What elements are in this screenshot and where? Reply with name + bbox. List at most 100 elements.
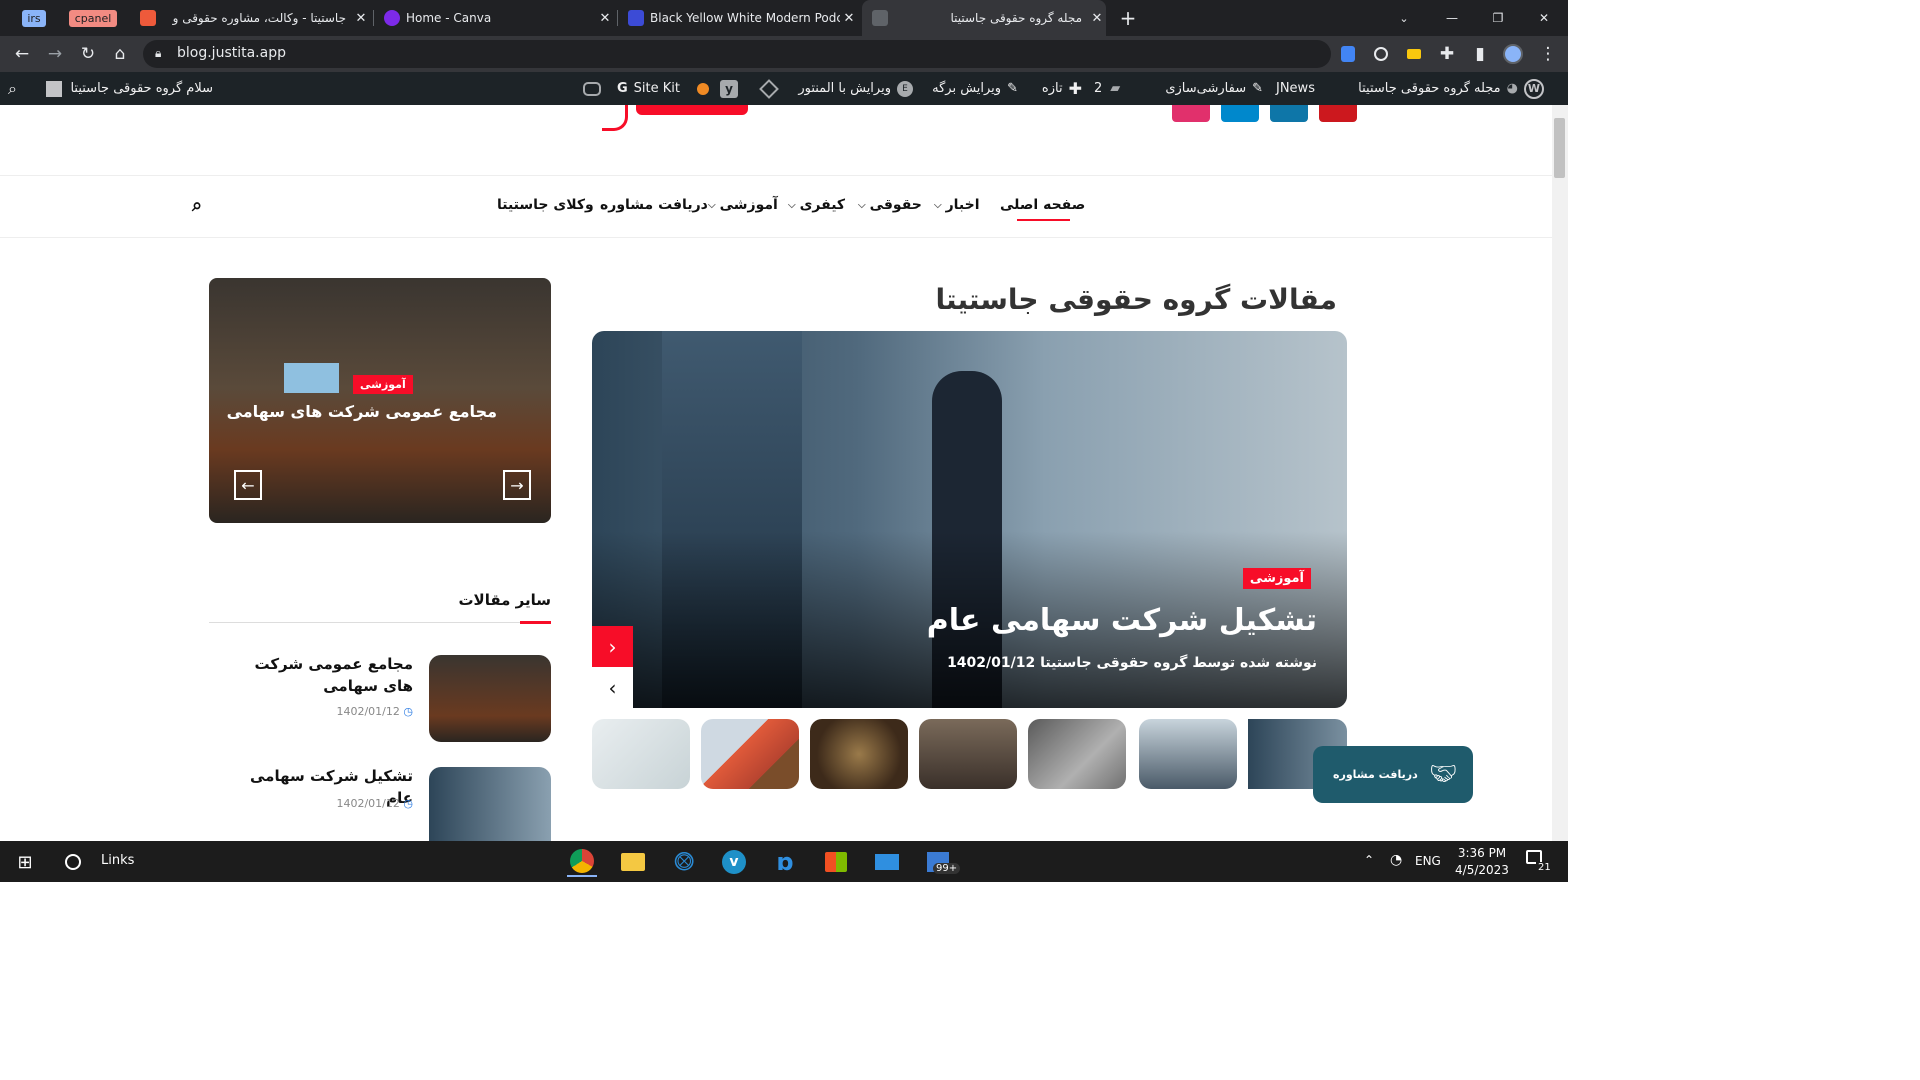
thumbnail-justice-logo[interactable] (810, 719, 908, 789)
minimize-icon[interactable]: — (1440, 0, 1464, 36)
scrollbar-thumb[interactable] (1554, 118, 1565, 178)
new-label: تازه (1041, 81, 1063, 96)
back-icon[interactable]: ← (8, 40, 36, 68)
search-circle-icon[interactable] (58, 847, 88, 877)
yoast-icon[interactable]: y (720, 72, 738, 105)
vscode-icon[interactable]: ⨷ (669, 847, 699, 877)
thumbnail-meeting-silhouettes[interactable] (1139, 719, 1237, 789)
close-window-icon[interactable]: ✕ (1532, 0, 1556, 36)
other-articles-heading: سایر مقالات (458, 591, 551, 609)
extension-yellow-icon[interactable] (1400, 40, 1428, 68)
wp-jnews[interactable]: JNews (1276, 72, 1315, 105)
pinned-tab-cpanel[interactable]: cpanel (67, 0, 119, 36)
taskbar-app-badge-icon[interactable]: 99+ (923, 847, 961, 877)
wp-comments[interactable]: 2 ▰ (1094, 72, 1120, 105)
tab-canva[interactable]: Home - Canva ✕ (378, 0, 614, 36)
restore-icon[interactable]: ❐ (1486, 0, 1510, 36)
hero-meta: نوشته شده توسط گروه حقوقی جاستیتا 1402/0… (947, 655, 1317, 671)
tab-label: irs (22, 9, 46, 27)
mail-icon[interactable] (872, 847, 902, 877)
nav-lawyers[interactable]: وکلای جاستیتا (497, 185, 594, 225)
clock-area[interactable]: 3:36 PM 4/5/2023 (1452, 845, 1512, 879)
page-title: مقالات گروه حقوقی جاستیتا (935, 283, 1337, 316)
tab-podcast[interactable]: Black Yellow White Modern Podc ✕ (622, 0, 858, 36)
wp-robot-icon[interactable] (583, 72, 601, 105)
close-tab-icon[interactable]: ✕ (1088, 11, 1106, 26)
telegram-icon[interactable] (1221, 105, 1259, 122)
windows-start-icon[interactable]: ⊞ (10, 847, 40, 877)
app-v-icon[interactable]: v (719, 847, 749, 877)
thumbnail-house-gavel[interactable] (701, 719, 799, 789)
wp-search-icon[interactable]: ⌕ (8, 72, 17, 105)
instagram-icon[interactable] (1172, 105, 1210, 122)
linkedin-icon[interactable] (1270, 105, 1308, 122)
article-thumbnail[interactable] (429, 767, 551, 841)
side-next-arrow-icon[interactable]: → (503, 470, 531, 500)
close-tab-icon[interactable]: ✕ (596, 11, 614, 26)
wp-edit-elementor[interactable]: E ویرایش با المنتور (798, 72, 913, 105)
wp-diamond-icon[interactable] (759, 72, 779, 105)
close-tab-icon[interactable]: ✕ (840, 11, 858, 26)
nav-criminal[interactable]: کیفری ⌵ (788, 185, 845, 225)
side-panel-icon[interactable]: ▮ (1466, 40, 1494, 68)
consult-label: دریافت مشاوره (1333, 768, 1418, 781)
side-prev-arrow-icon[interactable]: ← (234, 470, 262, 500)
profile-avatar-icon[interactable] (1499, 40, 1527, 68)
consult-float-button[interactable]: دریافت مشاوره 🤝︎ (1313, 746, 1473, 803)
article-title[interactable]: مجامع عمومی شرکت های سهامی (230, 653, 413, 697)
tab-justita[interactable]: جاستیتا - وکالت، مشاوره حقوقی و ✕ (134, 0, 370, 36)
side-slide-title[interactable]: مجامع عمومی شرکت های سهامی (227, 402, 497, 421)
new-tab-button[interactable]: + (1116, 0, 1140, 36)
pinned-tab-irs[interactable]: irs (20, 0, 48, 36)
hero-slide[interactable]: آموزشی تشکیل شرکت سهامی عام نوشته شده تو… (592, 331, 1347, 708)
hero-category-badge[interactable]: آموزشی (1242, 568, 1311, 589)
taskbar-badge: 99+ (933, 863, 961, 874)
wifi-icon[interactable]: ◔ (1390, 852, 1402, 868)
nav-consultation[interactable]: دریافت مشاوره (600, 185, 708, 225)
wp-site-name[interactable]: ◕ مجله گروه حقوقی جاستیتا (1358, 72, 1518, 105)
site-logo[interactable] (600, 105, 750, 133)
nav-news[interactable]: اخبار ⌵ (934, 185, 980, 225)
language-indicator[interactable]: ENG (1415, 854, 1441, 868)
wordpress-logo-icon[interactable]: W (1523, 72, 1545, 105)
article-thumbnail[interactable] (429, 655, 551, 742)
extensions-puzzle-icon[interactable]: ✚ (1433, 40, 1461, 68)
wp-customize[interactable]: ✎ سفارشی‌سازی (1165, 72, 1263, 105)
edit-page-label: ویرایش برگه (932, 81, 1002, 96)
reload-icon[interactable]: ↻ (74, 40, 102, 68)
file-explorer-icon[interactable] (618, 847, 648, 877)
thumbnail-document[interactable] (592, 719, 690, 789)
microsoft-store-icon[interactable] (821, 847, 851, 877)
chrome-icon[interactable] (567, 847, 597, 877)
home-icon[interactable]: ⌂ (106, 40, 134, 68)
wp-new[interactable]: ✚ تازه (1042, 72, 1082, 105)
taskbar-links-label[interactable]: Links (101, 853, 134, 868)
hero-prev-chevron-icon[interactable]: ‹ (592, 626, 633, 667)
thumbnail-car-accident[interactable] (1028, 719, 1126, 789)
page-scrollbar[interactable] (1552, 105, 1568, 841)
wp-edit-page[interactable]: ✎ ویرایش برگه (932, 72, 1018, 105)
tab-blog-active[interactable]: مجله گروه حقوقی جاستیتا ✕ (862, 0, 1106, 36)
wp-greeting[interactable]: سلام گروه حقوقی جاستیتا (46, 72, 213, 105)
extension-circle-icon[interactable] (1367, 40, 1395, 68)
side-slide[interactable]: آموزشی مجامع عمومی شرکت های سهامی ← → (209, 278, 551, 523)
tab-search-chevron-icon[interactable]: ⌄ (1394, 0, 1414, 36)
extension-shield-icon[interactable] (1334, 40, 1362, 68)
wp-site-kit[interactable]: G Site Kit (617, 72, 680, 105)
seo-status-dot-icon (697, 72, 709, 105)
browser-menu-icon[interactable]: ⋮ (1534, 40, 1562, 68)
forward-icon[interactable]: → (41, 40, 69, 68)
thumbnail-child-handcuffs[interactable] (919, 719, 1017, 789)
address-bar[interactable]: 🔒︎ blog.justita.app (143, 40, 1331, 68)
youtube-icon[interactable] (1319, 105, 1357, 122)
close-tab-icon[interactable]: ✕ (352, 11, 370, 26)
nav-education[interactable]: آموزشی ⌵ (708, 185, 778, 225)
app-p-icon[interactable]: ɒ (770, 847, 800, 877)
hero-next-chevron-icon[interactable]: › (592, 667, 633, 708)
nav-legal[interactable]: حقوقی ⌵ (858, 185, 922, 225)
tray-chevron-up-icon[interactable]: ⌃ (1364, 853, 1374, 867)
hero-title[interactable]: تشکیل شرکت سهامی عام (927, 603, 1317, 638)
site-search-icon[interactable]: ⌕ (192, 185, 202, 225)
notification-icon[interactable]: 21 (1526, 850, 1553, 874)
side-category-badge[interactable]: آموزشی (353, 375, 413, 394)
